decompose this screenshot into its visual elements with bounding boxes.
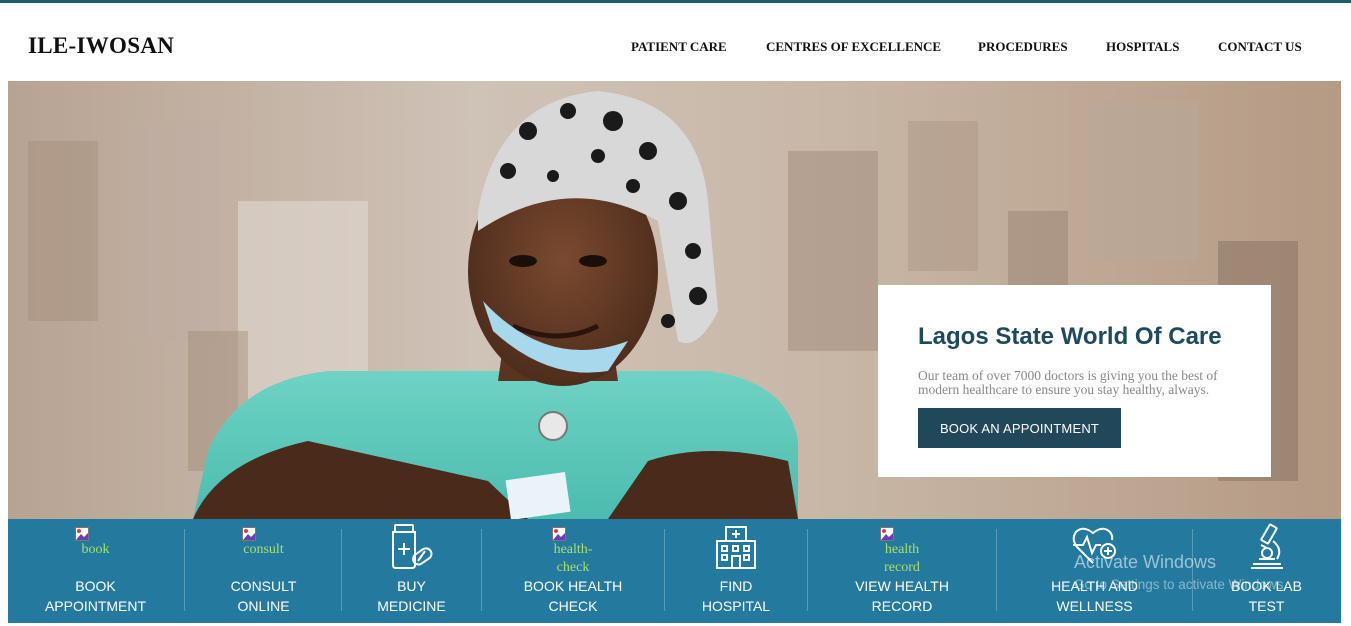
microscope-icon — [1250, 523, 1283, 569]
quick-link-consult-online[interactable]: consult CONSULT ONLINE — [186, 519, 341, 623]
hero-title: Lagos State World Of Care — [918, 323, 1222, 350]
nav-hospitals[interactable]: HOSPITALS — [1106, 39, 1179, 55]
activate-windows-subtext: Go to Settings to activate Windows. — [1074, 577, 1288, 592]
divider — [184, 529, 185, 611]
nav-contact-us[interactable]: CONTACT US — [1218, 39, 1302, 55]
quick-link-book-appointment[interactable]: book BOOK APPOINTMENT — [8, 519, 183, 623]
page-right-margin — [1341, 3, 1351, 626]
quick-link-view-health-record[interactable]: health record VIEW HEALTH RECORD — [809, 519, 995, 623]
quick-link-label: VIEW HEALTH RECORD — [855, 578, 949, 614]
book-appointment-button[interactable]: BOOK AN APPOINTMENT — [918, 408, 1121, 448]
medicine-bottle-icon — [391, 524, 432, 569]
broken-image-icon — [75, 527, 89, 541]
hospital-building-icon — [716, 526, 756, 569]
hero-info-card: Lagos State World Of Care Our team of ov… — [878, 285, 1271, 477]
site-logo[interactable]: ILE-IWOSAN — [28, 33, 174, 59]
nav-patient-care[interactable]: PATIENT CARE — [631, 39, 727, 55]
quick-link-buy-medicine[interactable]: BUY MEDICINE — [343, 519, 480, 623]
activate-windows-watermark: Activate Windows — [1074, 552, 1217, 572]
hero-description: Our team of over 7000 doctors is giving … — [918, 368, 1218, 397]
divider — [481, 529, 482, 611]
quick-link-find-hospital[interactable]: FIND HOSPITAL — [666, 519, 806, 623]
broken-image-icon — [880, 527, 894, 541]
quick-link-label: CONSULT ONLINE — [230, 578, 297, 614]
divider — [807, 529, 808, 611]
image-alt-text: consult — [243, 542, 284, 557]
nav-procedures[interactable]: PROCEDURES — [978, 39, 1068, 55]
quick-link-label: BUY MEDICINE — [377, 578, 446, 614]
quick-link-label: FIND HOSPITAL — [701, 578, 771, 614]
image-alt-text: health record — [884, 542, 920, 575]
divider — [341, 529, 342, 611]
quick-link-label: BOOK APPOINTMENT — [44, 578, 147, 614]
image-alt-text: book — [81, 542, 110, 557]
broken-image-icon — [242, 527, 256, 541]
image-alt-text: health-check — [553, 542, 593, 575]
divider — [996, 529, 997, 611]
quick-link-book-health-check[interactable]: health-check BOOK HEALTH CHECK — [483, 519, 663, 623]
broken-image-icon — [552, 527, 566, 541]
nav-centres-of-excellence[interactable]: CENTRES OF EXCELLENCE — [766, 39, 941, 55]
divider — [664, 529, 665, 611]
quick-link-label: BOOK HEALTH CHECK — [523, 578, 623, 614]
site-header: ILE-IWOSAN PATIENT CARE CENTRES OF EXCEL… — [0, 3, 1351, 81]
